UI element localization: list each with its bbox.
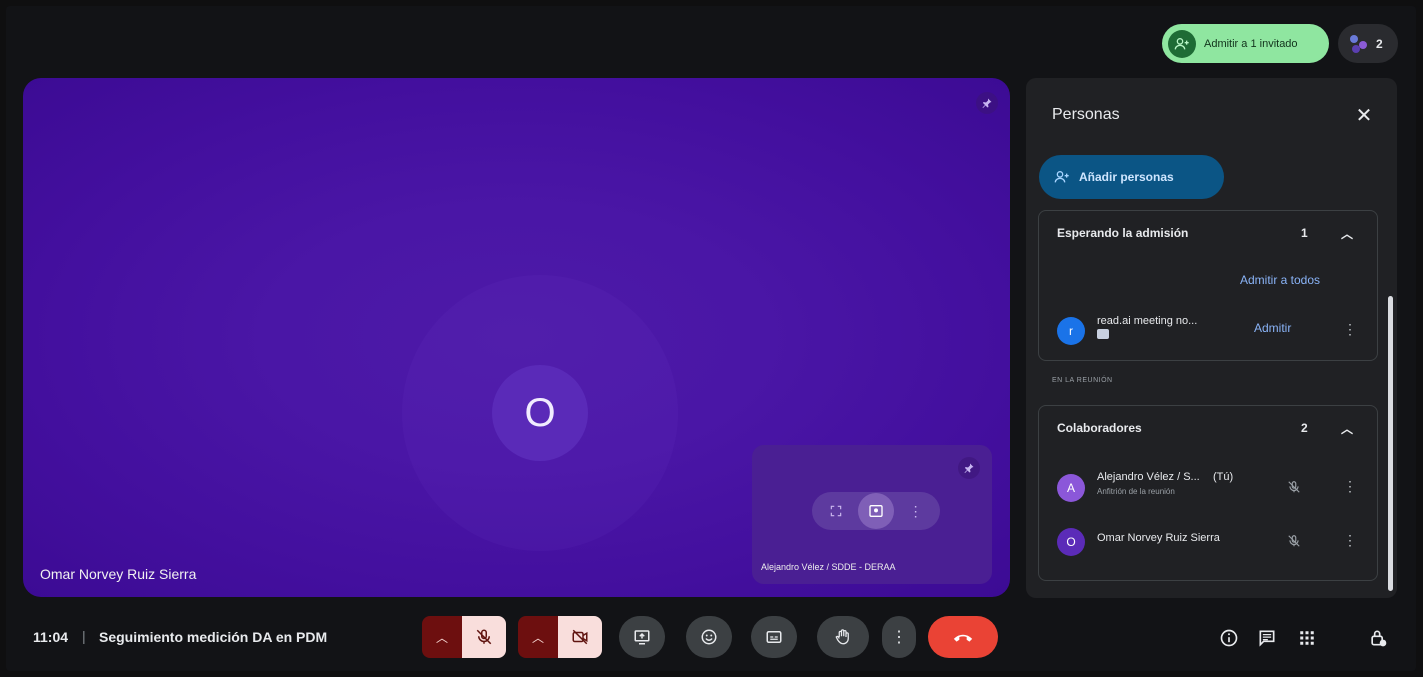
avatar: A (1057, 474, 1085, 502)
emoji-icon (701, 629, 717, 645)
self-tile-controls: ⋮ (812, 492, 940, 530)
fullscreen-icon[interactable] (821, 496, 851, 526)
in-meeting-label: EN LA REUNIÓN (1052, 377, 1113, 384)
present-screen-button[interactable] (619, 616, 665, 658)
close-icon[interactable]: ✕ (1349, 100, 1379, 130)
participants-count: 2 (1376, 36, 1383, 51)
mic-options-button[interactable]: ︿ (422, 616, 462, 658)
main-participant-name: Omar Norvey Ruiz Sierra (40, 566, 197, 582)
mic-toggle-button[interactable] (462, 616, 506, 658)
people-panel: Personas ✕ Añadir personas Esperando la … (1026, 78, 1397, 598)
more-options-button[interactable]: ⋮ (882, 616, 916, 658)
admit-guest-link[interactable]: Admitir (1254, 321, 1291, 335)
mic-off-icon (1283, 476, 1305, 498)
host-controls-icon[interactable] (1366, 626, 1390, 650)
reactions-button[interactable] (686, 616, 732, 658)
participant-row: A Alejandro Vélez / S... (Tú) Anfitrión … (1039, 468, 1379, 512)
camera-toggle-button[interactable] (558, 616, 602, 658)
add-person-icon (1054, 171, 1069, 183)
more-options-icon[interactable]: ⋮ (1343, 321, 1357, 338)
avatar: O (1057, 528, 1085, 556)
captions-icon (766, 631, 782, 643)
mic-off-icon (1283, 530, 1305, 552)
bot-icon (1097, 329, 1109, 339)
mic-off-icon (476, 629, 492, 645)
waiting-guest-row: r read.ai meeting no... Admitir ⋮ (1039, 311, 1379, 355)
clock: 11:04 (33, 629, 69, 645)
participant-name: Alejandro Vélez / S... (1097, 471, 1200, 483)
hang-up-icon (953, 634, 973, 642)
main-video-tile[interactable]: O Omar Norvey Ruiz Sierra ⋮ Alejandro Vé… (23, 78, 1010, 597)
chevron-up-icon[interactable]: ︿ (1341, 225, 1353, 242)
collaborators-header[interactable]: Colaboradores 2 ︿ (1039, 406, 1377, 450)
mic-control: ︿ (422, 616, 506, 658)
avatar: O (492, 365, 588, 461)
collaborators-count: 2 (1301, 421, 1308, 435)
present-screen-icon (634, 630, 650, 645)
participant-name: Omar Norvey Ruiz Sierra (1097, 532, 1220, 544)
participant-avatars-icon (1348, 33, 1370, 55)
more-options-icon[interactable]: ⋮ (1343, 478, 1357, 495)
participants-button[interactable]: 2 (1338, 24, 1398, 63)
more-options-icon: ⋮ (891, 629, 907, 646)
more-options-icon[interactable]: ⋮ (1343, 532, 1357, 549)
camera-control: ︿ (518, 616, 602, 658)
collaborators-label: Colaboradores (1057, 421, 1142, 435)
pin-icon[interactable] (976, 92, 998, 114)
pin-icon[interactable] (958, 457, 980, 479)
admit-all-link[interactable]: Admitir a todos (1240, 273, 1320, 287)
camera-options-button[interactable]: ︿ (518, 616, 558, 658)
admit-guest-label: Admitir a 1 invitado (1204, 37, 1298, 50)
waiting-count: 1 (1301, 226, 1308, 240)
you-tag: (Tú) (1213, 471, 1234, 483)
add-people-button[interactable]: Añadir personas (1039, 155, 1224, 199)
avatar: r (1057, 317, 1085, 345)
waiting-header[interactable]: Esperando la admisión 1 ︿ (1039, 211, 1377, 255)
separator: | (82, 628, 86, 644)
scrollbar[interactable] (1388, 296, 1393, 591)
add-person-icon (1168, 29, 1196, 58)
waiting-section: Esperando la admisión 1 ︿ Admitir a todo… (1038, 210, 1378, 361)
waiting-label: Esperando la admisión (1057, 226, 1189, 240)
camera-off-icon (572, 629, 588, 645)
leave-call-button[interactable] (928, 616, 998, 658)
meeting-title: Seguimiento medición DA en PDM (99, 629, 328, 645)
activities-icon[interactable] (1295, 626, 1319, 650)
hand-icon (835, 629, 849, 645)
captions-button[interactable] (751, 616, 797, 658)
more-options-icon[interactable]: ⋮ (901, 496, 931, 526)
info-icon[interactable] (1217, 626, 1241, 650)
participant-row: O Omar Norvey Ruiz Sierra ⋮ (1039, 522, 1379, 566)
self-participant-name: Alejandro Vélez / SDDE - DERAA (761, 562, 896, 572)
chevron-up-icon[interactable]: ︿ (1341, 420, 1353, 437)
participant-role: Anfitrión de la reunión (1097, 487, 1175, 496)
guest-name: read.ai meeting no... (1097, 315, 1198, 327)
self-video-tile[interactable]: ⋮ Alejandro Vélez / SDDE - DERAA (752, 445, 992, 584)
admit-guest-button[interactable]: Admitir a 1 invitado (1162, 24, 1329, 63)
chat-icon[interactable] (1255, 626, 1279, 650)
raise-hand-button[interactable] (817, 616, 869, 658)
add-people-label: Añadir personas (1079, 170, 1174, 184)
frame-self-icon[interactable] (857, 493, 894, 529)
collaborators-section: Colaboradores 2 ︿ A Alejandro Vélez / S.… (1038, 405, 1378, 581)
panel-title: Personas (1052, 106, 1120, 123)
